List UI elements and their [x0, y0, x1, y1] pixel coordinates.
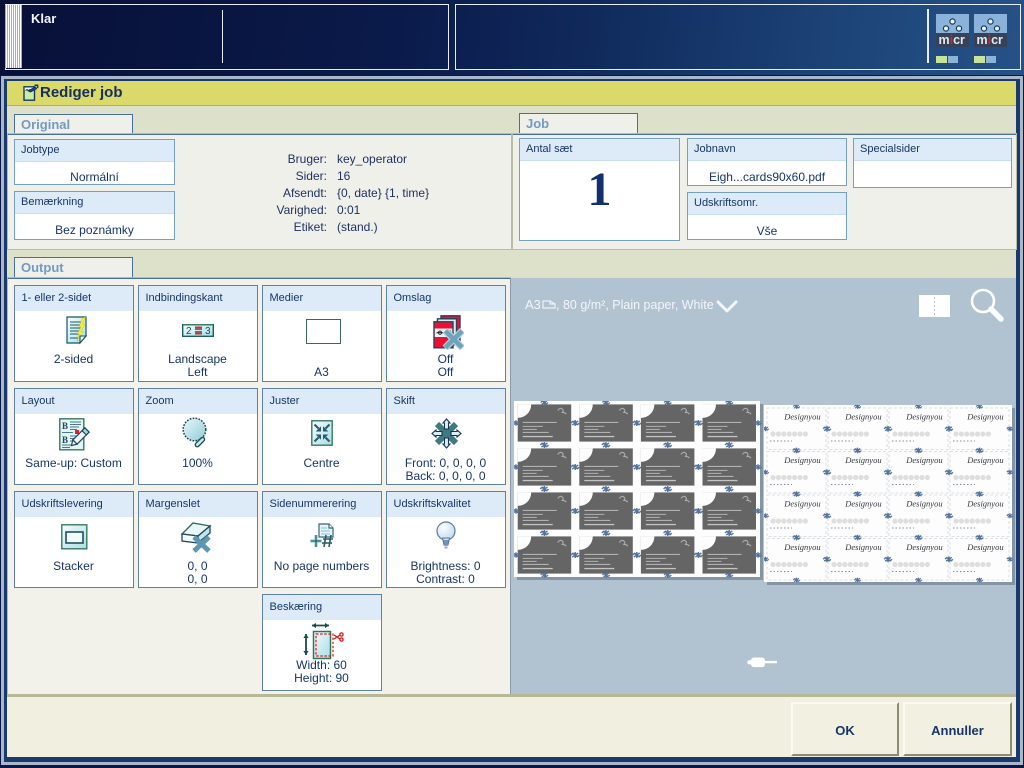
svg-text:micr: micr — [939, 33, 966, 47]
svg-text:Designyou: Designyou — [844, 455, 881, 465]
svg-text:3: 3 — [205, 326, 211, 337]
svg-text:Designyou: Designyou — [783, 542, 820, 552]
svg-text:Designyou: Designyou — [844, 412, 881, 422]
svg-text:Designyou: Designyou — [783, 499, 820, 509]
svg-text:Designyou: Designyou — [905, 412, 942, 422]
svg-text:Designyou: Designyou — [905, 542, 942, 552]
svg-text:B: B — [62, 421, 68, 431]
svg-text:Designyou: Designyou — [966, 542, 1003, 552]
svg-text:Designyou: Designyou — [844, 499, 881, 509]
svg-text:Designyou: Designyou — [966, 412, 1003, 422]
svg-text:Designyou: Designyou — [905, 455, 942, 465]
svg-text:Designyou: Designyou — [905, 499, 942, 509]
svg-text:Designyou: Designyou — [966, 455, 1003, 465]
svg-text:Designyou: Designyou — [783, 412, 820, 422]
svg-text:B: B — [62, 435, 68, 445]
svg-text:Designyou: Designyou — [844, 542, 881, 552]
svg-text:Designyou: Designyou — [783, 455, 820, 465]
svg-text:micr: micr — [977, 33, 1004, 47]
svg-text:2: 2 — [186, 326, 192, 337]
svg-text:Designyou: Designyou — [966, 499, 1003, 509]
